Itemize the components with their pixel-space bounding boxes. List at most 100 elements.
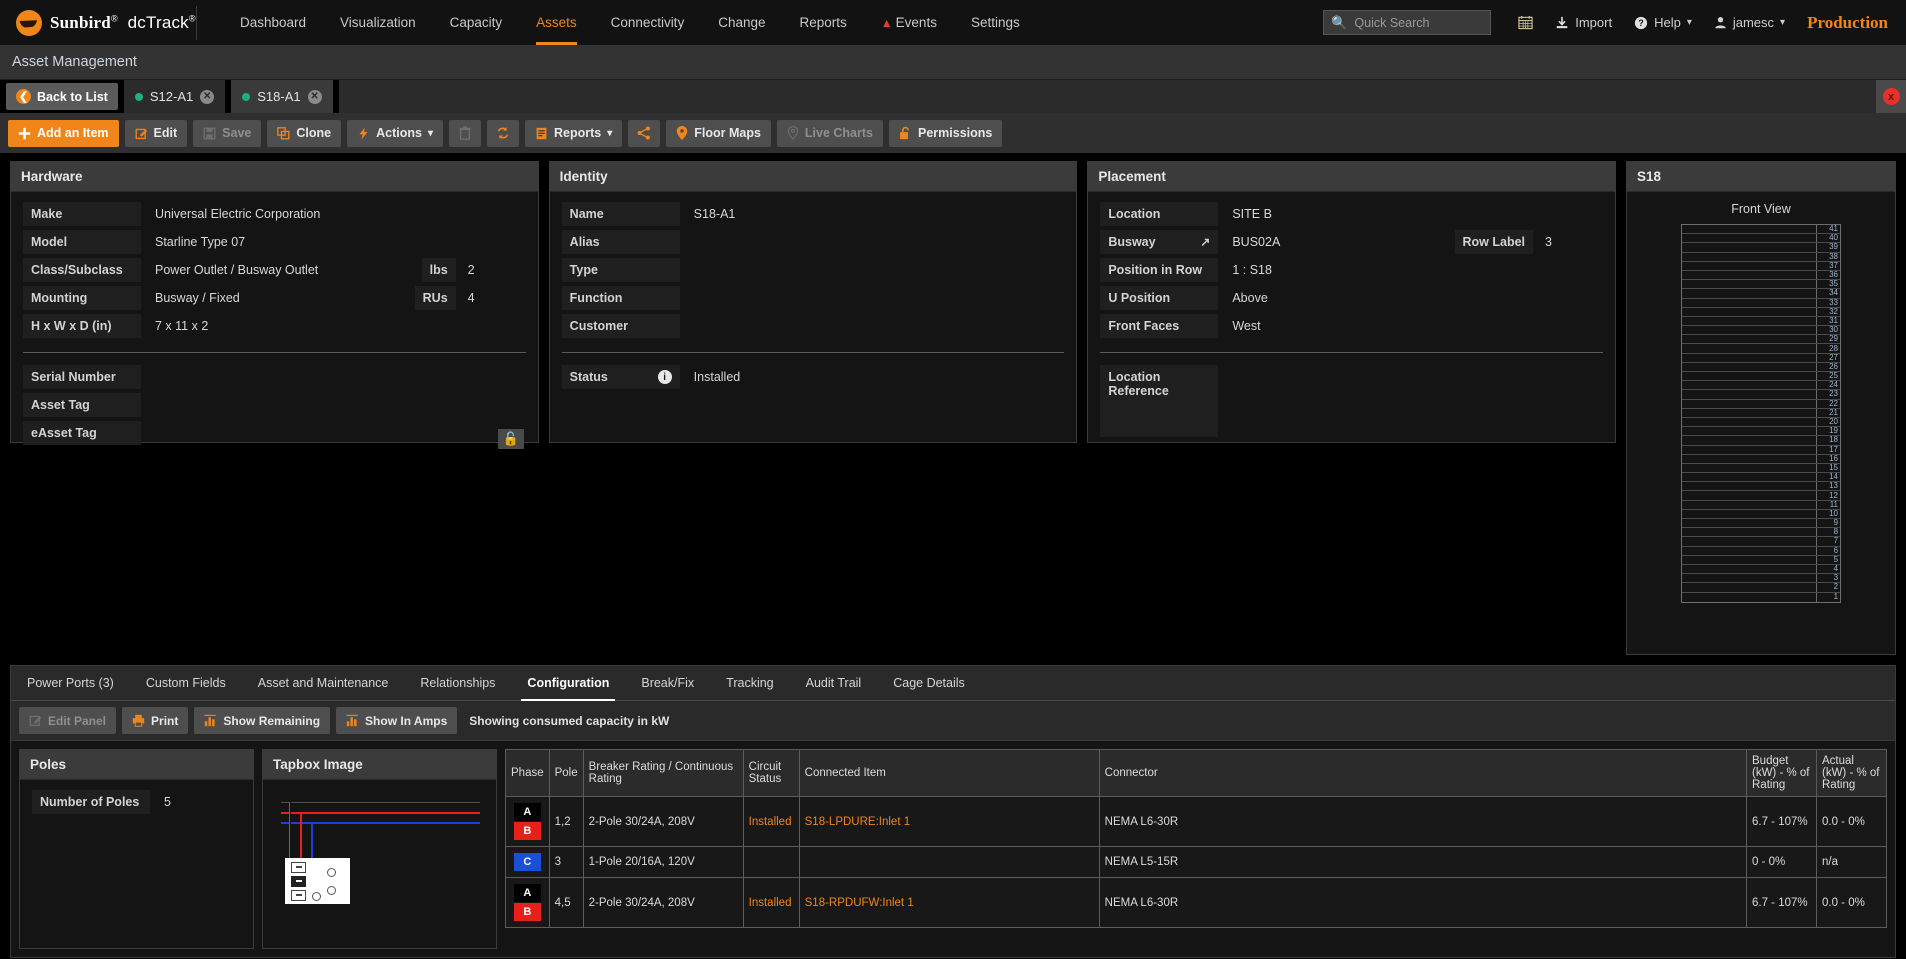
calendar-button[interactable]: [1507, 15, 1544, 30]
back-to-list-button[interactable]: ❮ Back to List: [6, 83, 118, 110]
rack-u-slot[interactable]: 24: [1682, 381, 1840, 390]
nav-item-events[interactable]: ▲Events: [864, 0, 954, 45]
rack-u-slot[interactable]: 6: [1682, 547, 1840, 556]
rack-u-slot[interactable]: 20: [1682, 418, 1840, 427]
share-button[interactable]: [628, 120, 660, 147]
rack-slot-empty[interactable]: [1682, 455, 1816, 463]
rack-u-slot[interactable]: 13: [1682, 482, 1840, 491]
rack-slot-empty[interactable]: [1682, 271, 1816, 279]
rack-slot-empty[interactable]: [1682, 409, 1816, 417]
rack-elevation[interactable]: 4140393837363534333231302928272625242322…: [1681, 224, 1841, 603]
nav-item-assets[interactable]: Assets: [519, 0, 594, 45]
floor-maps-button[interactable]: Floor Maps: [666, 120, 771, 147]
rack-slot-empty[interactable]: [1682, 243, 1816, 251]
rack-slot-empty[interactable]: [1682, 593, 1816, 602]
column-header[interactable]: Connected Item: [799, 750, 1099, 797]
quick-search-box[interactable]: 🔍: [1323, 10, 1491, 35]
table-row[interactable]: AB4,52-Pole 30/24A, 208VInstalledS18-RPD…: [506, 878, 1887, 928]
rack-u-slot[interactable]: 5: [1682, 556, 1840, 565]
rack-slot-empty[interactable]: [1682, 491, 1816, 499]
rack-slot-empty[interactable]: [1682, 482, 1816, 490]
info-icon[interactable]: i: [658, 370, 672, 384]
rack-slot-empty[interactable]: [1682, 289, 1816, 297]
rack-slot-empty[interactable]: [1682, 363, 1816, 371]
print-button[interactable]: Print: [122, 707, 188, 734]
table-row[interactable]: AB1,22-Pole 30/24A, 208VInstalledS18-LPD…: [506, 797, 1887, 847]
connected-item-cell[interactable]: S18-LPDURE:Inlet 1: [799, 797, 1099, 847]
nav-item-capacity[interactable]: Capacity: [433, 0, 520, 45]
rack-u-slot[interactable]: 12: [1682, 491, 1840, 500]
column-header[interactable]: Actual (kW) - % of Rating: [1817, 750, 1887, 797]
rack-slot-empty[interactable]: [1682, 354, 1816, 362]
rack-slot-empty[interactable]: [1682, 317, 1816, 325]
tab-power-ports-3-[interactable]: Power Ports (3): [11, 666, 130, 700]
user-menu[interactable]: jamesc ▾: [1703, 15, 1796, 30]
rack-u-slot[interactable]: 19: [1682, 427, 1840, 436]
external-link-icon[interactable]: ↗: [1200, 235, 1210, 249]
easset-tag-unlock-icon[interactable]: 🔓: [498, 429, 524, 449]
tab-tracking[interactable]: Tracking: [710, 666, 789, 700]
rack-slot-empty[interactable]: [1682, 501, 1816, 509]
brand-logo-area[interactable]: Sunbird® dcTrack®: [0, 10, 196, 36]
rack-u-slot[interactable]: 14: [1682, 473, 1840, 482]
column-header[interactable]: Pole: [549, 750, 583, 797]
rack-u-slot[interactable]: 7: [1682, 537, 1840, 546]
column-header[interactable]: Circuit Status: [743, 750, 799, 797]
rack-slot-empty[interactable]: [1682, 574, 1816, 582]
rack-u-slot[interactable]: 22: [1682, 400, 1840, 409]
clone-button[interactable]: Clone: [267, 120, 341, 147]
permissions-button[interactable]: Permissions: [889, 120, 1002, 147]
rack-slot-empty[interactable]: [1682, 381, 1816, 389]
rack-slot-empty[interactable]: [1682, 446, 1816, 454]
rack-u-slot[interactable]: 8: [1682, 528, 1840, 537]
rack-u-slot[interactable]: 10: [1682, 510, 1840, 519]
tab-asset-and-maintenance[interactable]: Asset and Maintenance: [242, 666, 405, 700]
rack-slot-empty[interactable]: [1682, 253, 1816, 261]
rack-u-slot[interactable]: 29: [1682, 335, 1840, 344]
rack-u-slot[interactable]: 15: [1682, 464, 1840, 473]
column-header[interactable]: Budget (kW) - % of Rating: [1747, 750, 1817, 797]
rack-u-slot[interactable]: 17: [1682, 446, 1840, 455]
rack-u-slot[interactable]: 36: [1682, 271, 1840, 280]
rack-slot-empty[interactable]: [1682, 280, 1816, 288]
column-header[interactable]: Breaker Rating / Continuous Rating: [583, 750, 743, 797]
rack-u-slot[interactable]: 35: [1682, 280, 1840, 289]
rack-slot-empty[interactable]: [1682, 262, 1816, 270]
tab-configuration[interactable]: Configuration: [511, 666, 625, 700]
rack-u-slot[interactable]: 41: [1682, 225, 1840, 234]
help-button[interactable]: ? Help ▾: [1623, 15, 1703, 30]
rack-slot-empty[interactable]: [1682, 418, 1816, 426]
document-tab[interactable]: S18-A1✕: [231, 80, 332, 113]
rack-u-slot[interactable]: 16: [1682, 455, 1840, 464]
rack-slot-empty[interactable]: [1682, 565, 1816, 573]
edit-button[interactable]: Edit: [125, 120, 188, 147]
rack-slot-empty[interactable]: [1682, 510, 1816, 518]
rack-u-slot[interactable]: 21: [1682, 409, 1840, 418]
rack-slot-empty[interactable]: [1682, 547, 1816, 555]
rack-u-slot[interactable]: 26: [1682, 363, 1840, 372]
column-header[interactable]: Connector: [1099, 750, 1746, 797]
rack-slot-empty[interactable]: [1682, 519, 1816, 527]
document-tab[interactable]: S12-A1✕: [124, 80, 225, 113]
rack-slot-empty[interactable]: [1682, 436, 1816, 444]
nav-item-settings[interactable]: Settings: [954, 0, 1037, 45]
show-in-amps-button[interactable]: Show In Amps: [336, 707, 457, 734]
rack-slot-empty[interactable]: [1682, 390, 1816, 398]
column-header[interactable]: Phase: [506, 750, 550, 797]
nav-item-dashboard[interactable]: Dashboard: [223, 0, 323, 45]
rack-u-slot[interactable]: 34: [1682, 289, 1840, 298]
rack-slot-empty[interactable]: [1682, 556, 1816, 564]
rack-slot-empty[interactable]: [1682, 335, 1816, 343]
rack-slot-empty[interactable]: [1682, 299, 1816, 307]
connected-item-cell[interactable]: S18-RPDUFW:Inlet 1: [799, 878, 1099, 928]
rack-slot-empty[interactable]: [1682, 372, 1816, 380]
rack-slot-empty[interactable]: [1682, 234, 1816, 242]
rack-u-slot[interactable]: 11: [1682, 501, 1840, 510]
rack-u-slot[interactable]: 31: [1682, 317, 1840, 326]
refresh-button[interactable]: [487, 120, 519, 147]
rack-u-slot[interactable]: 40: [1682, 234, 1840, 243]
nav-item-reports[interactable]: Reports: [783, 0, 864, 45]
tab-relationships[interactable]: Relationships: [404, 666, 511, 700]
reports-button[interactable]: Reports▾: [525, 120, 622, 147]
rack-u-slot[interactable]: 30: [1682, 326, 1840, 335]
